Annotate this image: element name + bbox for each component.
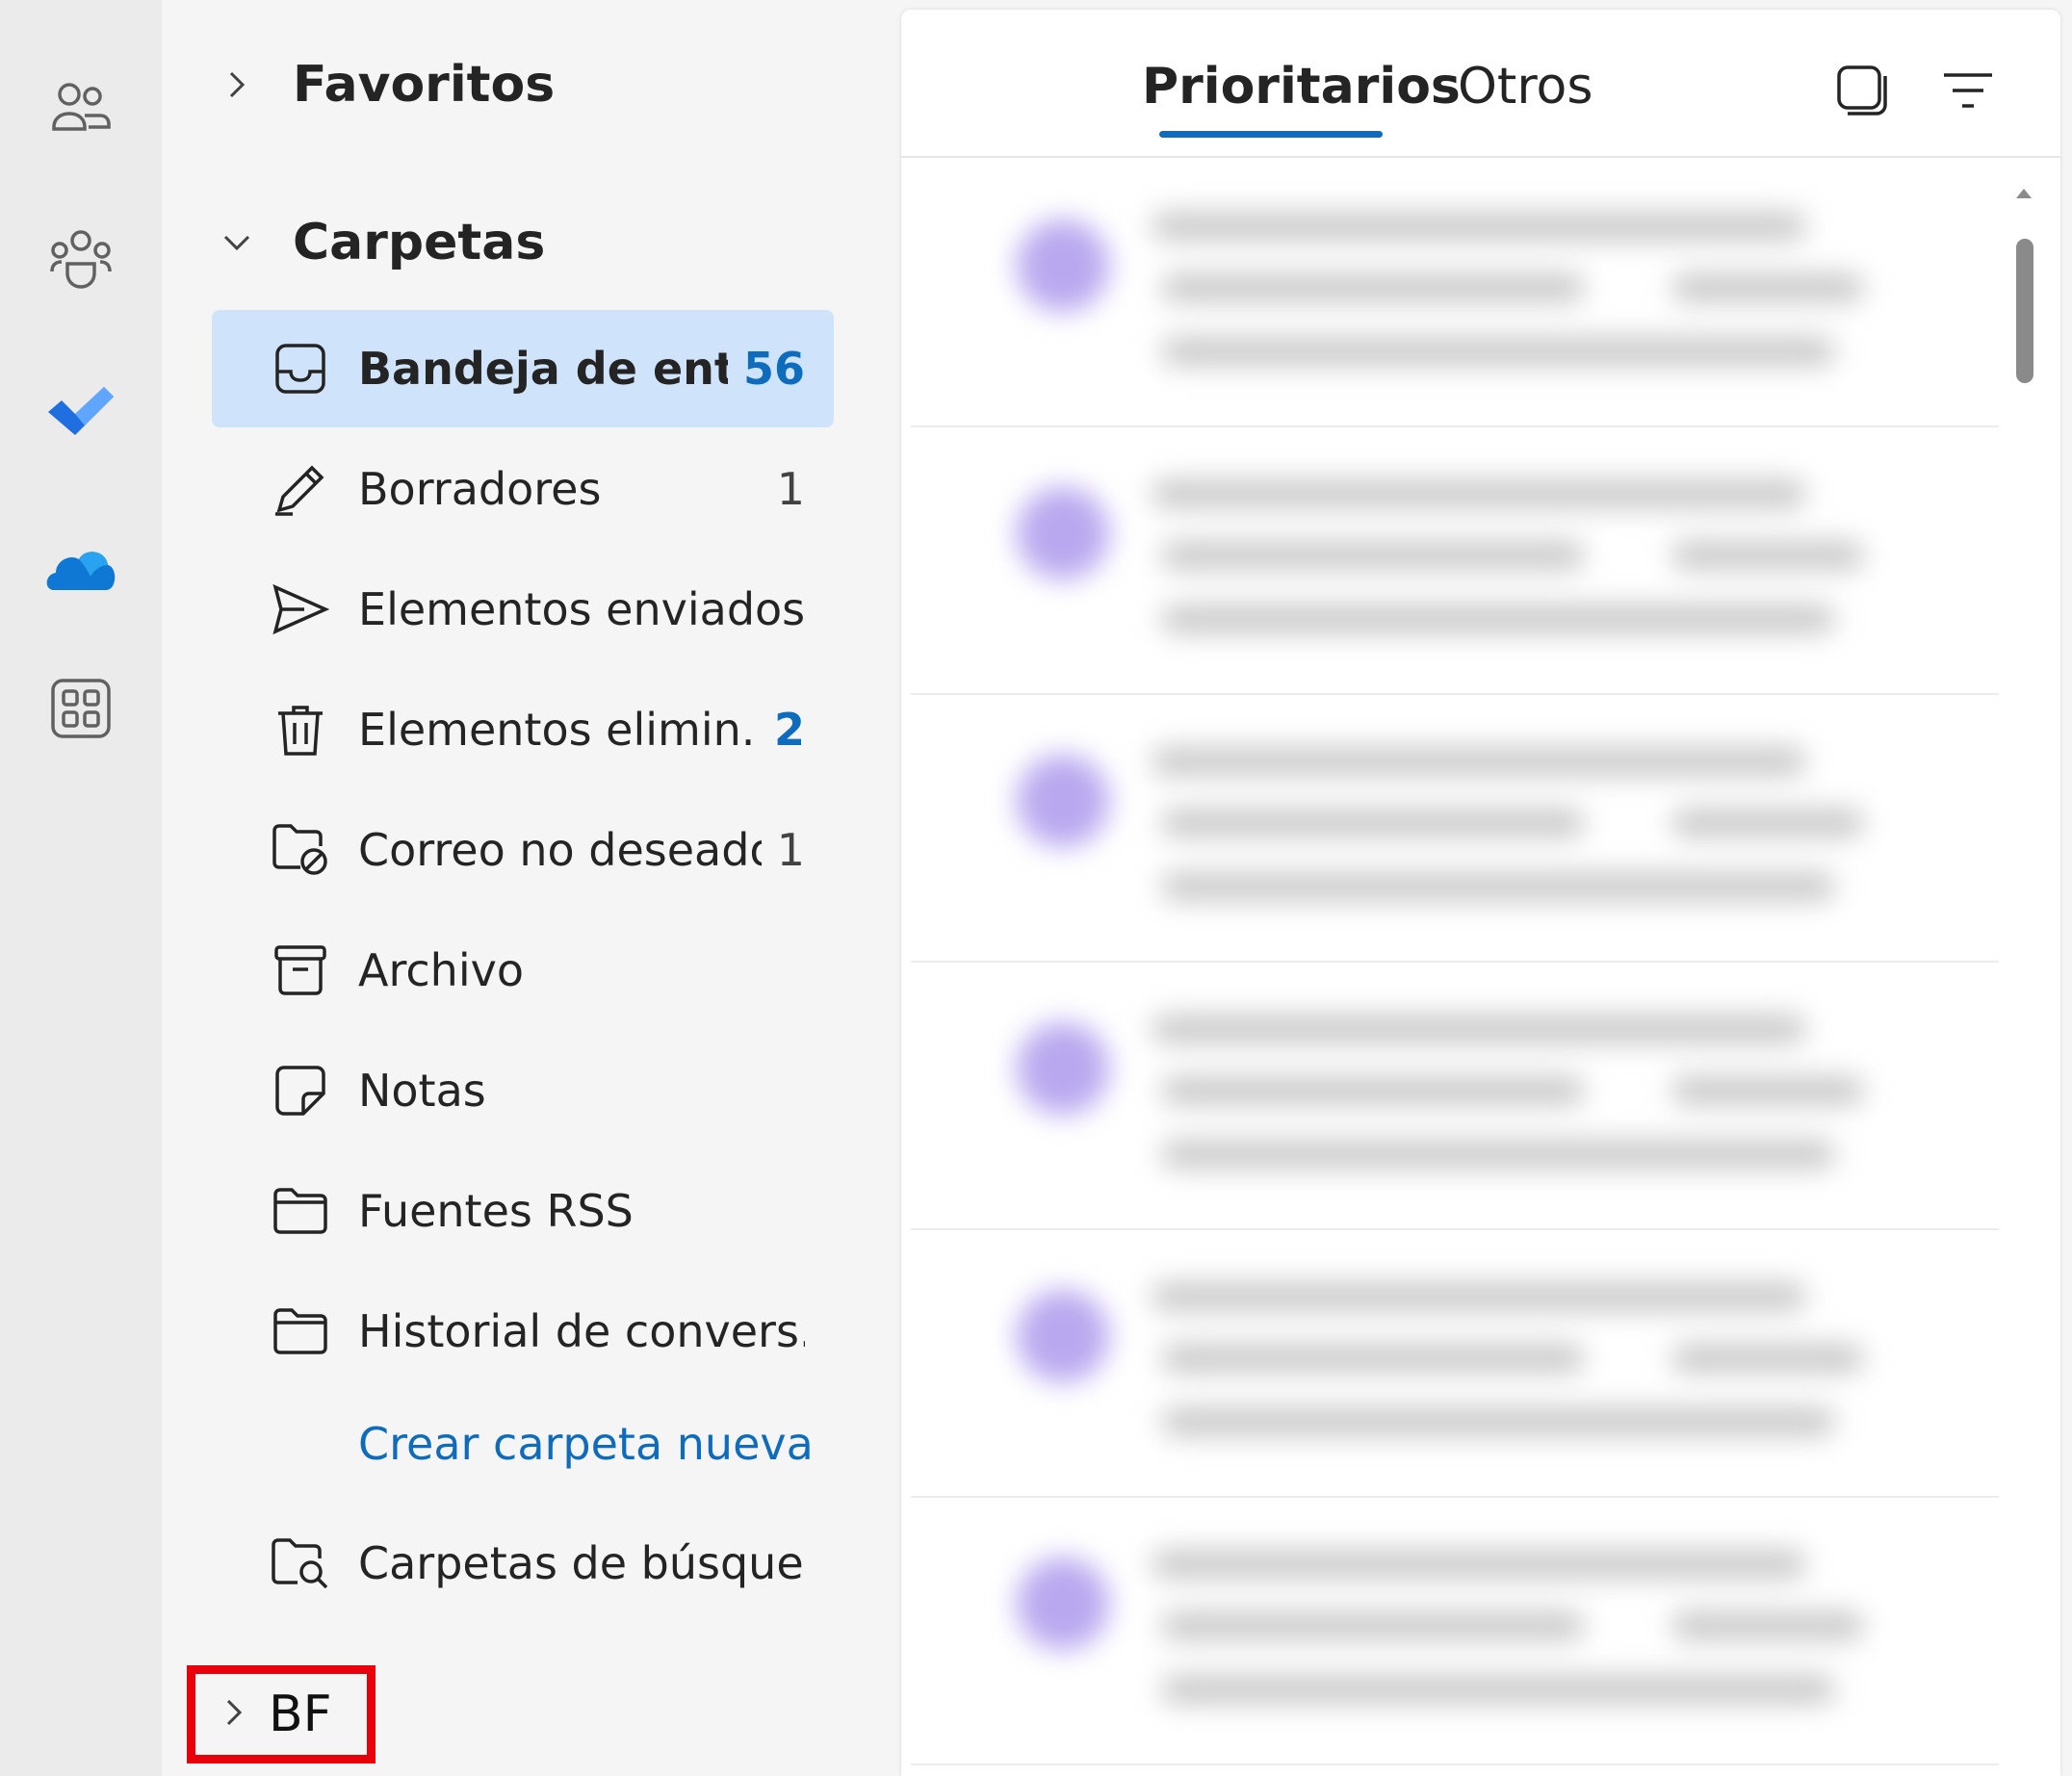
send-icon — [270, 579, 331, 640]
folder-label: Archivo — [358, 944, 524, 996]
message-subject-blurred — [1161, 1611, 1585, 1640]
folder-label: Fuentes RSS — [358, 1185, 634, 1237]
folder-count: 1 — [776, 824, 805, 876]
chevron-right-icon — [224, 1697, 244, 1732]
folder-unread-count: 56 — [742, 343, 805, 395]
chevron-right-icon — [220, 67, 254, 102]
message-preview-blurred — [1161, 872, 1835, 901]
carpetas-label: Carpetas — [293, 214, 546, 271]
favoritos-header[interactable]: Favoritos — [220, 56, 555, 114]
folder-label: Correo no deseado — [358, 824, 762, 876]
message-date-blurred — [1671, 1611, 1864, 1640]
carpetas-header[interactable]: Carpetas — [220, 214, 545, 271]
tab-prioritarios[interactable]: Prioritarios — [1142, 58, 1461, 116]
select-mode-icon[interactable] — [1831, 60, 1893, 121]
avatar — [1017, 1557, 1109, 1650]
message-sender-blurred — [1152, 1015, 1806, 1043]
folder-item-junk[interactable]: Correo no deseado 1 — [212, 791, 834, 909]
folder-icon — [270, 1300, 331, 1362]
message-item[interactable] — [911, 963, 1999, 1230]
chevron-down-icon — [220, 225, 254, 260]
folder-label: Elementos elimin... — [358, 704, 759, 756]
drafts-pencil-icon — [270, 458, 331, 520]
folder-label: Historial de convers... — [358, 1305, 805, 1357]
message-date-blurred — [1671, 809, 1864, 837]
avatar — [1017, 487, 1109, 579]
groups-icon[interactable] — [42, 221, 119, 298]
message-date-blurred — [1671, 1344, 1864, 1373]
tab-otros[interactable]: Otros — [1458, 58, 1593, 116]
message-preview-blurred — [1161, 1140, 1835, 1169]
avatar — [1017, 1022, 1109, 1115]
message-item[interactable] — [911, 1498, 1999, 1765]
account-label: BF — [269, 1686, 332, 1743]
message-sender-blurred — [1152, 1282, 1806, 1311]
message-item[interactable] — [911, 695, 1999, 963]
search-folder-icon — [270, 1532, 331, 1594]
folder-item-rss[interactable]: Fuentes RSS — [212, 1152, 834, 1270]
trash-icon — [270, 699, 331, 760]
folder-pane: Favoritos Carpetas Bandeja de ent... 56 … — [162, 0, 901, 1776]
folder-icon — [270, 1180, 331, 1242]
message-sender-blurred — [1152, 212, 1806, 241]
folder-label: Elementos enviados — [358, 583, 805, 635]
account-bf-node[interactable]: BF — [187, 1665, 376, 1763]
filter-icon[interactable] — [1937, 60, 1999, 121]
folder-item-drafts[interactable]: Borradores 1 — [212, 430, 834, 548]
note-icon — [270, 1060, 331, 1121]
folder-label: Notas — [358, 1065, 486, 1117]
active-tab-indicator — [1159, 131, 1383, 138]
message-tabs: Prioritarios Otros — [901, 10, 2060, 158]
message-item[interactable] — [911, 1230, 1999, 1498]
message-preview-blurred — [1161, 605, 1835, 633]
message-date-blurred — [1671, 541, 1864, 570]
create-folder-link[interactable]: Crear carpeta nueva — [358, 1405, 814, 1482]
folder-item-conversation-history[interactable]: Historial de convers... — [212, 1273, 834, 1390]
favoritos-label: Favoritos — [293, 56, 556, 114]
scrollbar-thumb[interactable] — [2016, 239, 2033, 383]
inbox-icon — [270, 338, 331, 399]
scroll-up-arrow-icon[interactable] — [2016, 189, 2032, 198]
junk-folder-icon — [270, 819, 331, 881]
message-item[interactable] — [911, 427, 1999, 695]
archive-icon — [270, 939, 331, 1001]
message-date-blurred — [1671, 273, 1864, 302]
message-sender-blurred — [1152, 479, 1806, 508]
message-subject-blurred — [1161, 273, 1585, 302]
folder-unread-count: 2 — [773, 704, 805, 756]
folder-count: 1 — [776, 463, 805, 515]
message-preview-blurred — [1161, 1675, 1835, 1704]
message-sender-blurred — [1152, 1550, 1806, 1579]
todo-check-icon[interactable] — [42, 373, 119, 450]
folder-item-deleted[interactable]: Elementos elimin... 2 — [212, 671, 834, 788]
folder-item-sent[interactable]: Elementos enviados — [212, 551, 834, 668]
folder-label: Bandeja de ent... — [358, 343, 728, 395]
folder-item-inbox[interactable]: Bandeja de ent... 56 — [212, 310, 834, 427]
people-icon[interactable] — [42, 69, 119, 146]
folder-label: Borradores — [358, 463, 602, 515]
message-list-scrollbar[interactable] — [2010, 183, 2039, 1742]
message-preview-blurred — [1161, 337, 1835, 366]
message-subject-blurred — [1161, 809, 1585, 837]
message-subject-blurred — [1161, 541, 1585, 570]
app-rail — [0, 0, 162, 1776]
avatar — [1017, 755, 1109, 847]
onedrive-cloud-icon[interactable] — [42, 529, 119, 606]
folder-label: Carpetas de búsque... — [358, 1537, 805, 1589]
message-subject-blurred — [1161, 1344, 1585, 1373]
message-subject-blurred — [1161, 1076, 1585, 1105]
message-list-pane: Prioritarios Otros — [901, 10, 2060, 1776]
folder-item-search-folders[interactable]: Carpetas de búsque... — [212, 1505, 834, 1622]
message-preview-blurred — [1161, 1407, 1835, 1436]
message-sender-blurred — [1152, 747, 1806, 776]
folder-item-archive[interactable]: Archivo — [212, 912, 834, 1029]
folder-item-notes[interactable]: Notas — [212, 1032, 834, 1149]
apps-grid-icon[interactable] — [42, 670, 119, 747]
avatar — [1017, 219, 1109, 312]
avatar — [1017, 1290, 1109, 1382]
message-item[interactable] — [911, 160, 1999, 427]
message-date-blurred — [1671, 1076, 1864, 1105]
